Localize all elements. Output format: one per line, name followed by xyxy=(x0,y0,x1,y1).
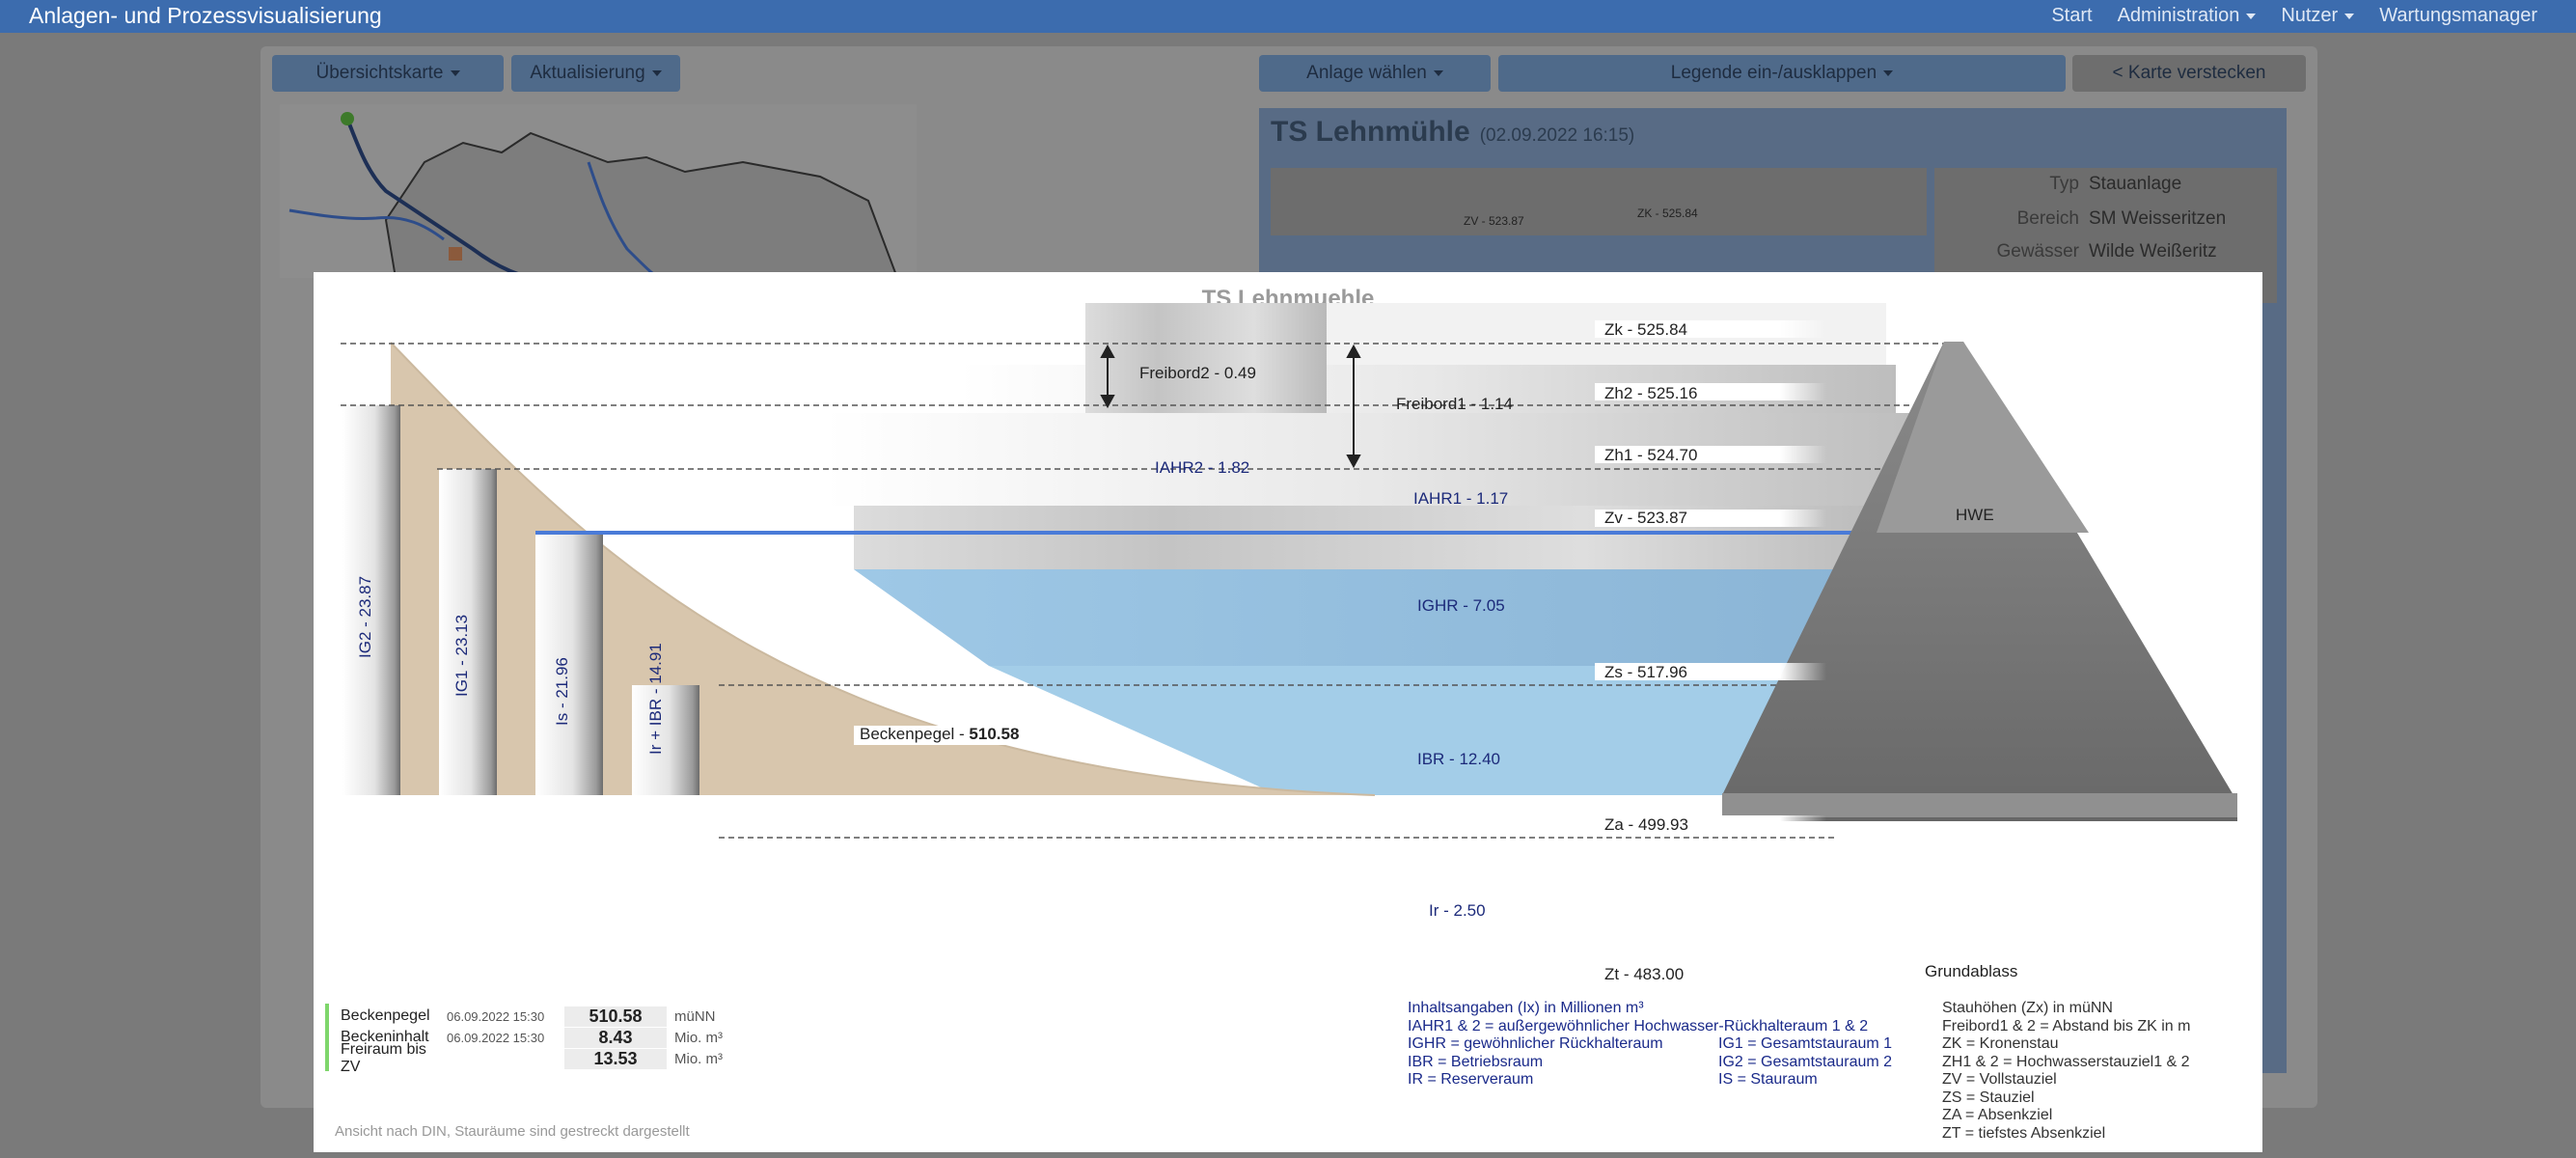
mini-level-zv: ZV - 523.87 xyxy=(1464,214,1524,228)
legend-toggle-label: Legende ein-/ausklappen xyxy=(1670,63,1877,83)
prop-value-bereich: SM Weisseritzen xyxy=(2089,208,2227,229)
nav-start[interactable]: Start xyxy=(2051,5,2092,27)
chevron-down-icon xyxy=(1883,70,1894,76)
app-title[interactable]: Anlagen- und Prozessvisualisierung xyxy=(29,3,382,29)
level-zt: Zt - 483.00 xyxy=(1604,965,1685,983)
outlet-label: Grundablass xyxy=(1925,962,2018,980)
reservoir-modal: TS Lehnmuehle Zk - 525.84 Zh2 - 525.16 Z… xyxy=(314,272,2262,1152)
chevron-down-icon xyxy=(450,70,460,76)
legend-levels-item: ZA = Absenkziel xyxy=(1942,1107,2053,1123)
legend-levels-item: Freibord1 & 2 = Abstand bis ZK in m xyxy=(1942,1017,2191,1034)
stats-accent-bar xyxy=(325,1004,329,1071)
stat-unit: Mio. m³ xyxy=(674,1050,723,1067)
chevron-down-icon xyxy=(2246,13,2257,19)
legend-volumes-item: IS = Stauraum xyxy=(1718,1071,1818,1088)
legend-volumes-col2: IG1 = Gesamtstauraum 1 IG2 = Gesamtstaur… xyxy=(1718,1035,1892,1089)
nav-nutzer-label: Nutzer xyxy=(2281,5,2339,26)
volume-ig2: IG2 - 23.87 xyxy=(356,575,374,658)
legend-levels-item: ZH1 & 2 = Hochwasserstauziel1 & 2 xyxy=(1942,1053,2190,1070)
stat-date: 06.09.2022 15:30 xyxy=(447,1030,545,1045)
level-zh2: Zh2 - 525.16 xyxy=(1604,384,1698,402)
map-marker-icon[interactable] xyxy=(449,247,462,261)
chevron-down-icon xyxy=(1433,70,1443,76)
level-zs: Zs - 517.96 xyxy=(1604,663,1687,681)
level-zk: Zk - 525.84 xyxy=(1604,320,1687,339)
legend-levels: Stauhöhen (Zx) in müNN Freibord1 & 2 = A… xyxy=(1942,1000,2190,1143)
nav-administration[interactable]: Administration xyxy=(2118,5,2257,27)
overview-map-label: Übersichtskarte xyxy=(315,63,444,83)
stat-label: Beckenpegel xyxy=(341,1007,430,1024)
stat-value: 8.43 xyxy=(564,1027,667,1048)
prop-value-typ: Stauanlage xyxy=(2089,174,2182,194)
stat-row-beckenpegel: Beckenpegel 06.09.2022 15:30 510.58 müNN xyxy=(341,1006,723,1027)
update-label: Aktualisierung xyxy=(530,63,645,83)
legend-toggle-button[interactable]: Legende ein-/ausklappen xyxy=(1498,55,2066,92)
main-nav: Start Administration Nutzer Wartungsmana… xyxy=(2051,5,2537,27)
freibord1-label: Freibord1 - 1.14 xyxy=(1396,395,1513,413)
nav-wartungsmanager[interactable]: Wartungsmanager xyxy=(2379,5,2537,27)
select-plant-button[interactable]: Anlage wählen xyxy=(1259,55,1491,92)
volume-iahr2: IAHR2 - 1.82 xyxy=(1155,458,1250,477)
stat-date: 06.09.2022 15:30 xyxy=(447,1008,545,1024)
map-marker-icon[interactable] xyxy=(341,112,354,125)
level-za: Za - 499.93 xyxy=(1604,815,1688,834)
volume-ir: Ir - 2.50 xyxy=(1429,901,1486,920)
mini-level-zk: ZK - 525.84 xyxy=(1637,207,1698,220)
freibord2-label: Freibord2 - 0.49 xyxy=(1139,364,1256,382)
water-ibr xyxy=(854,569,1896,666)
legend-levels-item: ZS = Stauziel xyxy=(1942,1089,2035,1106)
stat-value: 13.53 xyxy=(564,1048,667,1069)
stat-unit: müNN xyxy=(674,1007,716,1025)
dam-label: HWE xyxy=(1956,506,1994,524)
map-drawing xyxy=(288,112,899,280)
beckenpegel-marker: Beckenpegel - 510.58 xyxy=(860,725,1019,744)
legend-levels-item: ZT = tiefstes Absenkziel xyxy=(1942,1124,2106,1142)
top-navbar: Anlagen- und Prozessvisualisierung Start… xyxy=(0,0,2576,33)
plant-date: (02.09.2022 16:15) xyxy=(1479,125,1635,146)
select-plant-label: Anlage wählen xyxy=(1306,63,1427,83)
beckenpegel-marker-label: Beckenpegel - xyxy=(860,725,965,743)
chevron-down-icon xyxy=(2344,13,2355,19)
legend-levels-item: Stauhöhen (Zx) in müNN xyxy=(1942,1000,2113,1016)
volume-ighr: IGHR - 7.05 xyxy=(1417,596,1505,615)
level-zh1: Zh1 - 524.70 xyxy=(1604,446,1698,464)
plant-title: TS Lehnmühle (02.09.2022 16:15) xyxy=(1271,116,1634,149)
volume-iahr1: IAHR1 - 1.17 xyxy=(1413,489,1509,508)
stat-unit: Mio. m³ xyxy=(674,1029,723,1046)
legend-levels-item: ZK = Kronenstau xyxy=(1942,1035,2059,1052)
volume-ibr: IBR - 12.40 xyxy=(1417,750,1500,768)
legend-volumes-item: IG2 = Gesamtstauraum 2 xyxy=(1718,1053,1893,1070)
beckenpegel-marker-value: 510.58 xyxy=(969,725,1020,743)
plant-mini-chart: ZV - 523.87 ZK - 525.84 xyxy=(1271,168,1927,235)
overview-map-button[interactable]: Übersichtskarte xyxy=(272,55,504,92)
volume-irbr: Ir + IBR - 14.91 xyxy=(646,643,665,755)
column-irbr xyxy=(632,685,699,795)
nav-administration-label: Administration xyxy=(2117,5,2240,26)
modal-footnote: Ansicht nach DIN, Stauräume sind gestrec… xyxy=(335,1123,690,1140)
legend-levels-item: ZV = Vollstauziel xyxy=(1942,1071,2057,1088)
prop-label-bereich: Bereich xyxy=(2016,208,2079,229)
stat-label: Freiraum bis ZV xyxy=(341,1041,426,1075)
volume-ig1: IG1 - 23.13 xyxy=(452,614,471,697)
prop-label-gewaesser: Gewässer xyxy=(1996,241,2079,262)
chevron-down-icon xyxy=(651,70,662,76)
legend-volumes-heading: Inhaltsangaben (Ix) in Millionen m³ xyxy=(1408,1000,1644,1016)
update-button[interactable]: Aktualisierung xyxy=(511,55,680,92)
stat-row-freiraum: Freiraum bis ZV 13.53 Mio. m³ xyxy=(341,1041,723,1075)
level-zv: Zv - 523.87 xyxy=(1604,509,1687,527)
prop-label-typ: Typ xyxy=(2049,174,2079,194)
prop-value-gewaesser: Wilde Weißeritz xyxy=(2089,241,2217,262)
overview-map[interactable] xyxy=(280,104,917,280)
band-iahr2 xyxy=(1085,303,1327,413)
volume-is: Is - 21.96 xyxy=(553,657,571,726)
plant-name: TS Lehnmühle xyxy=(1271,116,1470,148)
nav-nutzer[interactable]: Nutzer xyxy=(2281,5,2355,27)
hide-map-button[interactable]: < Karte verstecken xyxy=(2072,55,2306,92)
legend-volumes-item: IG1 = Gesamtstauraum 1 xyxy=(1718,1035,1893,1052)
legend-volumes-line: IAHR1 & 2 = außergewöhnlicher Hochwasser… xyxy=(1408,1017,1869,1034)
stat-value: 510.58 xyxy=(564,1006,667,1027)
stats-table: Beckenpegel 06.09.2022 15:30 510.58 müNN… xyxy=(341,1006,723,1075)
